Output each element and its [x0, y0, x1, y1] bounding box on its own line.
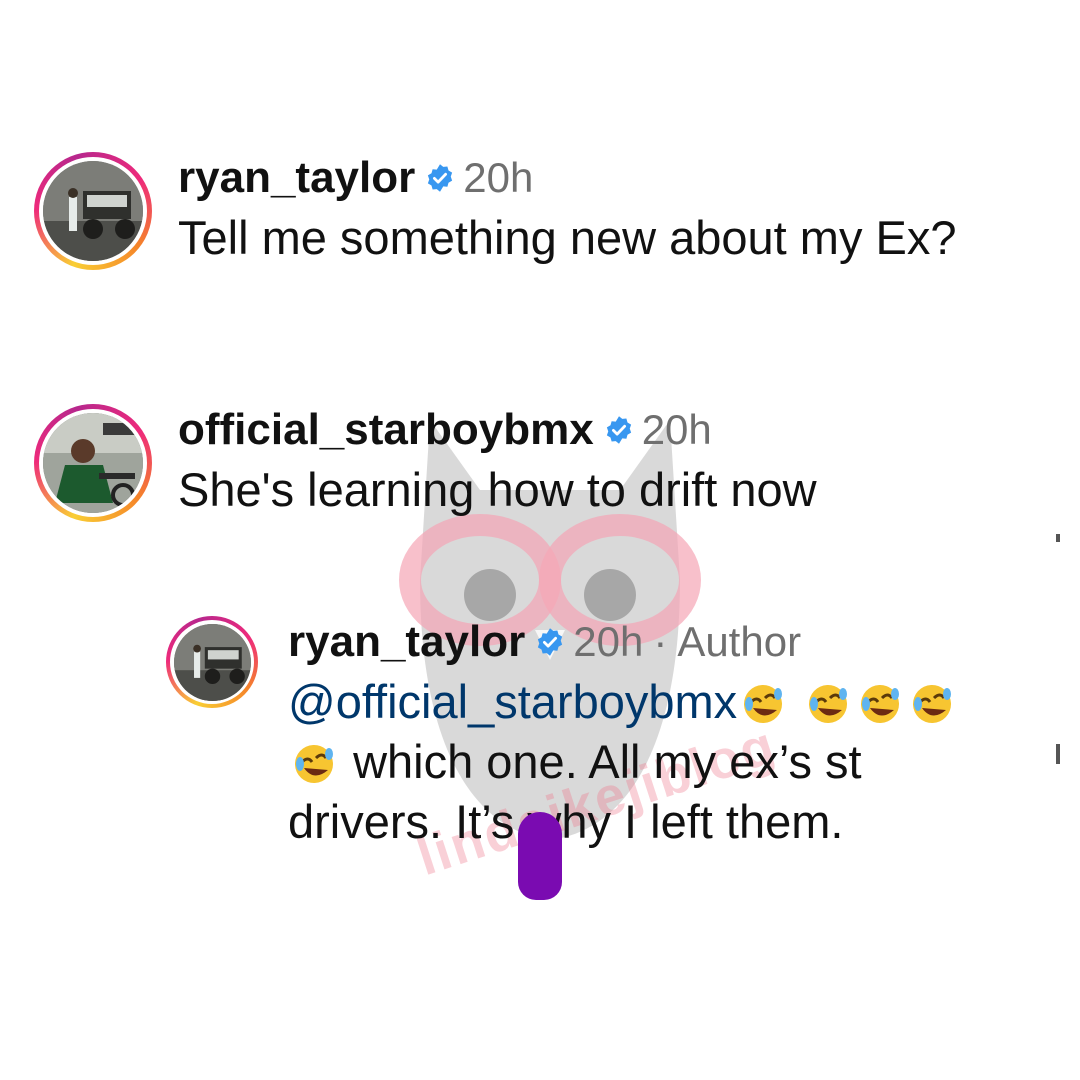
- avatar-photo-icon: [43, 413, 143, 513]
- reply-text-part: which one. All my ex’s s: [353, 735, 849, 788]
- censor-mark: [518, 812, 562, 900]
- rolling-on-floor-laughing-emoji-icon: [741, 682, 785, 726]
- comment-time: 20h: [573, 618, 644, 665]
- comment-time: 20h: [641, 406, 712, 453]
- verified-badge-icon: [535, 627, 565, 657]
- username[interactable]: ryan_taylor: [178, 153, 415, 203]
- avatar-story-ring[interactable]: [166, 616, 258, 708]
- avatar: [173, 623, 251, 701]
- comment-item: official_starboybmx 20h She's learning h…: [34, 404, 1038, 522]
- verified-badge-icon: [425, 163, 455, 193]
- avatar-photo-icon: [43, 161, 143, 261]
- rolling-on-floor-laughing-emoji-icon: [858, 682, 902, 726]
- comments-screenshot: lindaikejiblog ryan_taylor 20h Tell me s…: [0, 0, 1080, 1080]
- avatar-story-ring[interactable]: [34, 404, 152, 522]
- comment-item: ryan_taylor 20h Tell me something new ab…: [34, 152, 1038, 270]
- author-badge: Author: [677, 618, 802, 665]
- edge-mark: [1056, 534, 1060, 542]
- comment-text: She's learning how to drift now: [178, 463, 817, 516]
- meta-separator: ·: [653, 618, 668, 665]
- mention-link[interactable]: @official_starboybmx: [288, 675, 737, 728]
- avatar: [43, 413, 143, 513]
- rolling-on-floor-laughing-emoji-icon: [292, 742, 336, 786]
- comment-text: @official_starboybmx which one. All my e…: [288, 672, 978, 852]
- comment-time: 20h: [463, 154, 534, 201]
- avatar: [43, 161, 143, 261]
- reply-item: ryan_taylor 20h · Author @official_starb…: [166, 616, 978, 852]
- username[interactable]: ryan_taylor: [288, 617, 525, 667]
- avatar-photo-icon: [173, 623, 251, 701]
- edge-mark: [1056, 744, 1060, 764]
- verified-badge-icon: [604, 415, 634, 445]
- rolling-on-floor-laughing-emoji-icon: [806, 682, 850, 726]
- avatar-story-ring[interactable]: [34, 152, 152, 270]
- username[interactable]: official_starboybmx: [178, 405, 594, 455]
- rolling-on-floor-laughing-emoji-icon: [910, 682, 954, 726]
- comment-text: Tell me something new about my Ex?: [178, 211, 957, 264]
